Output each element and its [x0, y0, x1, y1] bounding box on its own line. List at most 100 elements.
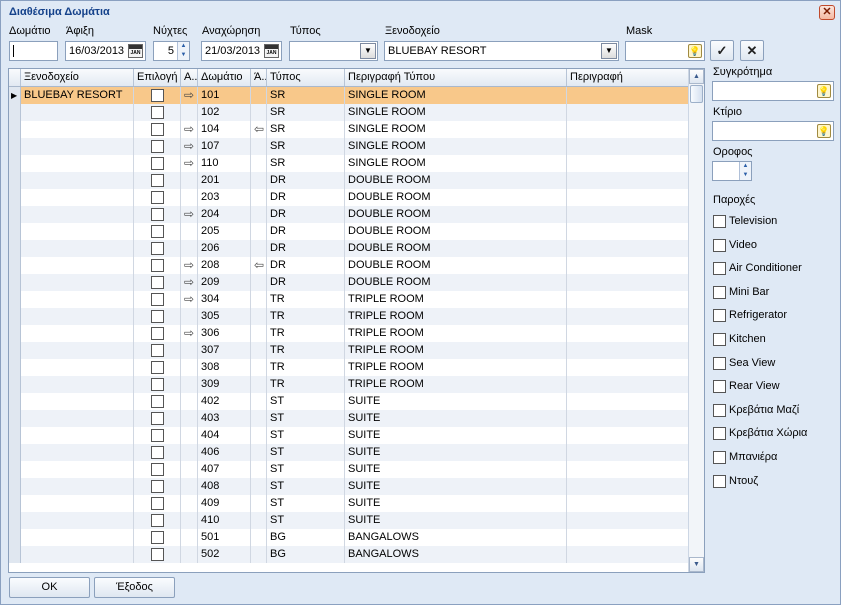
- amenity-checkbox[interactable]: [713, 333, 726, 346]
- select-checkbox[interactable]: [151, 276, 164, 289]
- row-indicator[interactable]: [9, 172, 21, 189]
- row-indicator[interactable]: [9, 257, 21, 274]
- amenity-checkbox[interactable]: [713, 403, 726, 417]
- select-checkbox[interactable]: [151, 140, 164, 153]
- select-checkbox[interactable]: [151, 548, 164, 561]
- cell-selection[interactable]: [134, 393, 181, 410]
- table-row[interactable]: 501 BG BANGALOWS: [9, 529, 689, 546]
- select-checkbox[interactable]: [151, 412, 164, 425]
- cell-selection[interactable]: [134, 274, 181, 291]
- row-indicator[interactable]: [9, 291, 21, 308]
- row-indicator[interactable]: [9, 104, 21, 121]
- close-button[interactable]: ✕: [819, 5, 835, 20]
- amenity-checkbox[interactable]: [713, 427, 726, 441]
- row-indicator[interactable]: [9, 189, 21, 206]
- row-indicator[interactable]: [9, 325, 21, 342]
- amenity-checkbox[interactable]: [713, 285, 726, 299]
- cell-selection[interactable]: [134, 189, 181, 206]
- amenity-checkbox[interactable]: [713, 215, 726, 228]
- row-indicator[interactable]: [9, 121, 21, 138]
- row-indicator[interactable]: [9, 206, 21, 223]
- row-indicator[interactable]: [9, 138, 21, 155]
- table-row[interactable]: 102 SR SINGLE ROOM: [9, 104, 689, 121]
- cell-selection[interactable]: [134, 104, 181, 121]
- row-indicator[interactable]: [9, 342, 21, 359]
- select-checkbox[interactable]: [151, 480, 164, 493]
- cell-selection[interactable]: [134, 138, 181, 155]
- table-row[interactable]: 305 TR TRIPLE ROOM: [9, 308, 689, 325]
- clear-filter-button[interactable]: ✕: [740, 40, 764, 61]
- cell-selection[interactable]: [134, 223, 181, 240]
- spin-arrows-icon[interactable]: ▲ ▼: [739, 162, 751, 180]
- scrollbar-thumb[interactable]: [690, 85, 703, 103]
- chevron-down-icon[interactable]: ▼: [360, 43, 376, 59]
- table-row[interactable]: 410 ST SUITE: [9, 512, 689, 529]
- select-checkbox[interactable]: [151, 446, 164, 459]
- scroll-down-icon[interactable]: ▼: [689, 557, 704, 572]
- select-checkbox[interactable]: [151, 259, 164, 272]
- cell-selection[interactable]: [134, 308, 181, 325]
- select-checkbox[interactable]: [151, 344, 164, 357]
- cell-selection[interactable]: [134, 87, 181, 104]
- table-row[interactable]: 402 ST SUITE: [9, 393, 689, 410]
- room-input[interactable]: [9, 41, 58, 61]
- cell-selection[interactable]: [134, 478, 181, 495]
- table-row[interactable]: 408 ST SUITE: [9, 478, 689, 495]
- cell-selection[interactable]: [134, 291, 181, 308]
- header-type[interactable]: Τύπος: [267, 69, 345, 86]
- cell-selection[interactable]: [134, 376, 181, 393]
- select-checkbox[interactable]: [151, 89, 164, 102]
- table-row[interactable]: 409 ST SUITE: [9, 495, 689, 512]
- row-indicator[interactable]: [9, 393, 21, 410]
- cell-selection[interactable]: [134, 155, 181, 172]
- amenity-checkbox[interactable]: [713, 474, 726, 488]
- cell-selection[interactable]: [134, 240, 181, 257]
- header-departure-flag[interactable]: Ά...: [251, 69, 267, 86]
- table-row[interactable]: ⇨ 209 DR DOUBLE ROOM: [9, 274, 689, 291]
- cell-selection[interactable]: [134, 410, 181, 427]
- table-row[interactable]: 201 DR DOUBLE ROOM: [9, 172, 689, 189]
- lightbulb-icon[interactable]: 💡: [688, 44, 702, 58]
- select-checkbox[interactable]: [151, 497, 164, 510]
- select-checkbox[interactable]: [151, 514, 164, 527]
- spin-arrows-icon[interactable]: ▲ ▼: [177, 42, 189, 60]
- vertical-scrollbar[interactable]: ▲ ▼: [688, 69, 704, 572]
- cell-selection[interactable]: [134, 495, 181, 512]
- row-indicator[interactable]: [9, 240, 21, 257]
- select-checkbox[interactable]: [151, 208, 164, 221]
- table-row[interactable]: 205 DR DOUBLE ROOM: [9, 223, 689, 240]
- row-indicator[interactable]: [9, 461, 21, 478]
- chevron-down-icon[interactable]: ▼: [601, 43, 617, 59]
- select-checkbox[interactable]: [151, 531, 164, 544]
- row-indicator[interactable]: [9, 359, 21, 376]
- cell-selection[interactable]: [134, 342, 181, 359]
- cell-selection[interactable]: [134, 257, 181, 274]
- row-indicator[interactable]: [9, 223, 21, 240]
- cell-selection[interactable]: [134, 359, 181, 376]
- select-checkbox[interactable]: [151, 242, 164, 255]
- select-checkbox[interactable]: [151, 327, 164, 340]
- table-row[interactable]: 308 TR TRIPLE ROOM: [9, 359, 689, 376]
- amenity-checkbox[interactable]: [713, 380, 726, 394]
- cell-selection[interactable]: [134, 444, 181, 461]
- cell-selection[interactable]: [134, 546, 181, 563]
- select-checkbox[interactable]: [151, 395, 164, 408]
- table-row[interactable]: 203 DR DOUBLE ROOM: [9, 189, 689, 206]
- row-indicator[interactable]: [9, 546, 21, 563]
- floor-spinner[interactable]: ▲ ▼: [712, 161, 752, 181]
- select-checkbox[interactable]: [151, 361, 164, 374]
- arrival-date-field[interactable]: 16/03/2013 JAN: [65, 41, 146, 61]
- table-row[interactable]: ⇨ 208 ⇦ DR DOUBLE ROOM: [9, 257, 689, 274]
- header-room[interactable]: Δωμάτιο: [198, 69, 251, 86]
- scroll-up-icon[interactable]: ▲: [689, 69, 704, 84]
- amenity-checkbox[interactable]: [713, 262, 726, 276]
- amenity-checkbox[interactable]: [713, 238, 726, 252]
- cell-selection[interactable]: [134, 512, 181, 529]
- table-row[interactable]: 309 TR TRIPLE ROOM: [9, 376, 689, 393]
- select-checkbox[interactable]: [151, 157, 164, 170]
- hotel-select[interactable]: BLUEBAY RESORT ▼: [384, 41, 619, 61]
- nights-spinner[interactable]: 5 ▲ ▼: [153, 41, 190, 61]
- amenity-checkbox[interactable]: [713, 309, 726, 323]
- row-indicator[interactable]: [9, 495, 21, 512]
- select-checkbox[interactable]: [151, 293, 164, 306]
